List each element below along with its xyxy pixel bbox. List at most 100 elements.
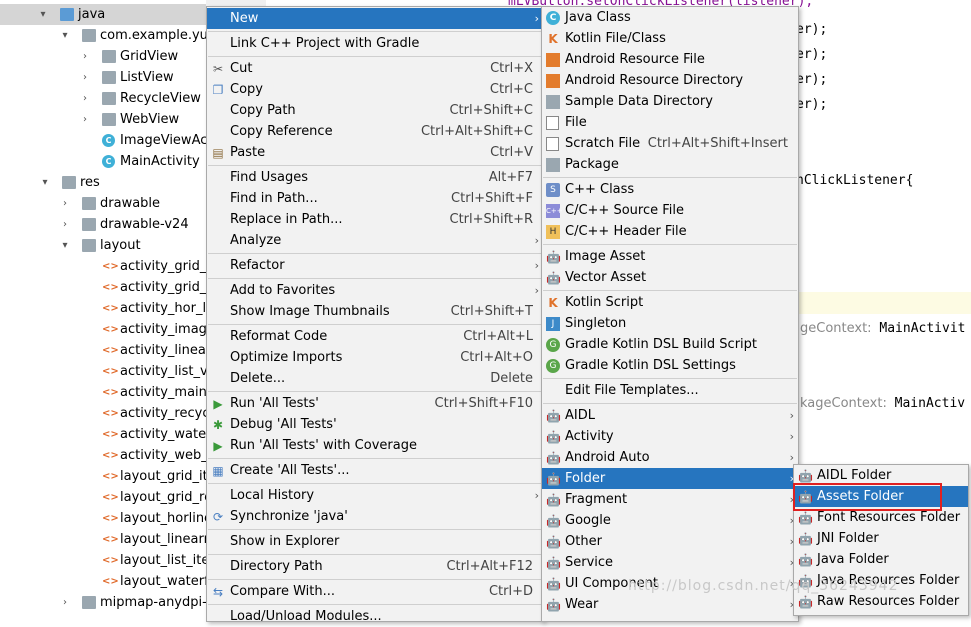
menu-item-copy-path[interactable]: Copy Path Ctrl+Shift+C (207, 100, 543, 121)
menu-item-add-to-favorites[interactable]: Add to Favorites › (207, 280, 543, 301)
menu-item-kotlin-script[interactable]: K Kotlin Script (542, 292, 798, 313)
menu-item-sample-data-directory[interactable]: Sample Data Directory (542, 91, 798, 112)
menu-item-other[interactable]: 🤖 Other › (542, 531, 798, 552)
menu-item-analyze[interactable]: Analyze › (207, 230, 543, 251)
tree-item[interactable]: C ImageViewActi (0, 130, 206, 151)
menu-item-show-in-explorer[interactable]: Show in Explorer (207, 531, 543, 552)
menu-item-java-class[interactable]: C Java Class (542, 7, 798, 28)
menu-item-delete[interactable]: Delete... Delete (207, 368, 543, 389)
tree-item[interactable]: ▾ res (0, 172, 206, 193)
menu-item-jni-folder[interactable]: 🤖 JNI Folder (794, 528, 968, 549)
menu-item-image-asset[interactable]: 🤖 Image Asset (542, 246, 798, 267)
tree-item[interactable]: ▾ java (0, 4, 206, 25)
menu-item-activity[interactable]: 🤖 Activity › (542, 426, 798, 447)
menu-item-replace-in-path[interactable]: Replace in Path... Ctrl+Shift+R (207, 209, 543, 230)
tree-item[interactable]: <>activity_web_vie (0, 445, 206, 466)
menu-item-android-resource-directory[interactable]: Android Resource Directory (542, 70, 798, 91)
menu-item-link-c-project-with-gradle[interactable]: Link C++ Project with Gradle (207, 33, 543, 54)
menu-item-gradle-kotlin-dsl-settings[interactable]: G Gradle Kotlin DSL Settings (542, 355, 798, 376)
chevron-right-icon[interactable]: › (80, 109, 90, 130)
tree-item[interactable]: › mipmap-anydpi-v2 (0, 592, 206, 613)
menu-item-copy-reference[interactable]: Copy Reference Ctrl+Alt+Shift+C (207, 121, 543, 142)
tree-item[interactable]: <>activity_hor_line (0, 298, 206, 319)
tree-item[interactable]: <>layout_list_item (0, 550, 206, 571)
tree-item[interactable]: › ListView (0, 67, 206, 88)
chevron-down-icon[interactable]: ▾ (60, 25, 70, 46)
menu-item-load-unload-modules[interactable]: Load/Unload Modules... (207, 606, 543, 627)
menu-item-local-history[interactable]: Local History › (207, 485, 543, 506)
chevron-down-icon[interactable]: ▾ (60, 235, 70, 256)
chevron-down-icon[interactable]: ▾ (40, 172, 50, 193)
menu-item-kotlin-file-class[interactable]: K Kotlin File/Class (542, 28, 798, 49)
menu-item-refactor[interactable]: Refactor › (207, 255, 543, 276)
menu-item-directory-path[interactable]: Directory Path Ctrl+Alt+F12 (207, 556, 543, 577)
chevron-right-icon[interactable]: › (80, 46, 90, 67)
menu-item-find-usages[interactable]: Find Usages Alt+F7 (207, 167, 543, 188)
tree-item[interactable]: <>layout_horlinea (0, 508, 206, 529)
tree-item-label: drawable-v24 (100, 217, 189, 232)
tree-item[interactable]: <>activity_linear_r (0, 340, 206, 361)
chevron-right-icon[interactable]: › (80, 88, 90, 109)
menu-item-show-image-thumbnails[interactable]: Show Image Thumbnails Ctrl+Shift+T (207, 301, 543, 322)
menu-item-c-class[interactable]: S C++ Class (542, 179, 798, 200)
chevron-down-icon[interactable]: ▾ (38, 4, 48, 25)
menu-item-synchronize-java[interactable]: ⟳ Synchronize 'java' (207, 506, 543, 527)
menu-item-edit-file-templates[interactable]: Edit File Templates... (542, 380, 798, 401)
tree-item[interactable]: <>activity_waterfa (0, 424, 206, 445)
menu-item-folder[interactable]: 🤖 Folder › (542, 468, 798, 489)
sync-icon: ⟳ (212, 510, 224, 524)
tree-item[interactable]: <>activity_list_view (0, 361, 206, 382)
menu-item-singleton[interactable]: J Singleton (542, 313, 798, 334)
tree-item[interactable]: <>layout_waterfal (0, 571, 206, 592)
tree-item[interactable]: › GridView (0, 46, 206, 67)
menu-item-package[interactable]: Package (542, 154, 798, 175)
tree-item[interactable]: <>layout_grid_iter (0, 466, 206, 487)
tree-item[interactable]: <>activity_grid_vie (0, 277, 206, 298)
menu-item-aidl[interactable]: 🤖 AIDL › (542, 405, 798, 426)
menu-item-run-all-tests-with-coverage[interactable]: ▶ Run 'All Tests' with Coverage (207, 435, 543, 456)
tree-item[interactable]: ▾ com.example.yuan (0, 25, 206, 46)
menu-item-android-auto[interactable]: 🤖 Android Auto › (542, 447, 798, 468)
tree-item[interactable]: <>activity_main.xn (0, 382, 206, 403)
tree-item[interactable]: ▾ layout (0, 235, 206, 256)
tree-item[interactable]: C MainActivity (0, 151, 206, 172)
menu-item-copy[interactable]: ❐ Copy Ctrl+C (207, 79, 543, 100)
chevron-right-icon[interactable]: › (60, 214, 70, 235)
menu-item-fragment[interactable]: 🤖 Fragment › (542, 489, 798, 510)
menu-item-android-resource-file[interactable]: Android Resource File (542, 49, 798, 70)
tree-item[interactable]: <>activity_recycle_ (0, 403, 206, 424)
chevron-right-icon[interactable]: › (60, 592, 70, 613)
menu-item-optimize-imports[interactable]: Optimize Imports Ctrl+Alt+O (207, 347, 543, 368)
menu-item-service[interactable]: 🤖 Service › (542, 552, 798, 573)
menu-item-wear[interactable]: 🤖 Wear › (542, 594, 798, 615)
tree-item[interactable]: › drawable-v24 (0, 214, 206, 235)
menu-item-paste[interactable]: ▤ Paste Ctrl+V (207, 142, 543, 163)
menu-item-compare-with[interactable]: ⇆ Compare With... Ctrl+D (207, 581, 543, 602)
menu-item-google[interactable]: 🤖 Google › (542, 510, 798, 531)
menu-item-file[interactable]: File (542, 112, 798, 133)
menu-item-debug-all-tests[interactable]: ✱ Debug 'All Tests' (207, 414, 543, 435)
tree-item[interactable]: <>activity_grid_re (0, 256, 206, 277)
tree-item[interactable]: <>activity_image_ (0, 319, 206, 340)
menu-item-new[interactable]: New › (207, 8, 543, 29)
menu-item-reformat-code[interactable]: Reformat Code Ctrl+Alt+L (207, 326, 543, 347)
menu-item-c-c-header-file[interactable]: H C/C++ Header File (542, 221, 798, 242)
tree-item[interactable]: › RecycleView (0, 88, 206, 109)
menu-item-raw-resources-folder[interactable]: 🤖 Raw Resources Folder (794, 591, 968, 612)
menu-item-find-in-path[interactable]: Find in Path... Ctrl+Shift+F (207, 188, 543, 209)
menu-item-gradle-kotlin-dsl-build-script[interactable]: G Gradle Kotlin DSL Build Script (542, 334, 798, 355)
tree-item[interactable]: <>layout_grid_rec (0, 487, 206, 508)
menu-item-c-c-source-file[interactable]: C++ C/C++ Source File (542, 200, 798, 221)
menu-item-cut[interactable]: ✂ Cut Ctrl+X (207, 58, 543, 79)
menu-item-vector-asset[interactable]: 🤖 Vector Asset (542, 267, 798, 288)
menu-item-create-all-tests[interactable]: ▦ Create 'All Tests'... (207, 460, 543, 481)
chevron-right-icon[interactable]: › (80, 67, 90, 88)
chevron-right-icon[interactable]: › (60, 193, 70, 214)
tree-item[interactable]: › drawable (0, 193, 206, 214)
tree-item-label: RecycleView (120, 91, 201, 106)
menu-item-run-all-tests[interactable]: ▶ Run 'All Tests' Ctrl+Shift+F10 (207, 393, 543, 414)
tree-item[interactable]: <>layout_linearrv_ (0, 529, 206, 550)
menu-item-scratch-file[interactable]: Scratch File Ctrl+Alt+Shift+Insert (542, 133, 798, 154)
menu-item-java-folder[interactable]: 🤖 Java Folder (794, 549, 968, 570)
tree-item[interactable]: › WebView (0, 109, 206, 130)
